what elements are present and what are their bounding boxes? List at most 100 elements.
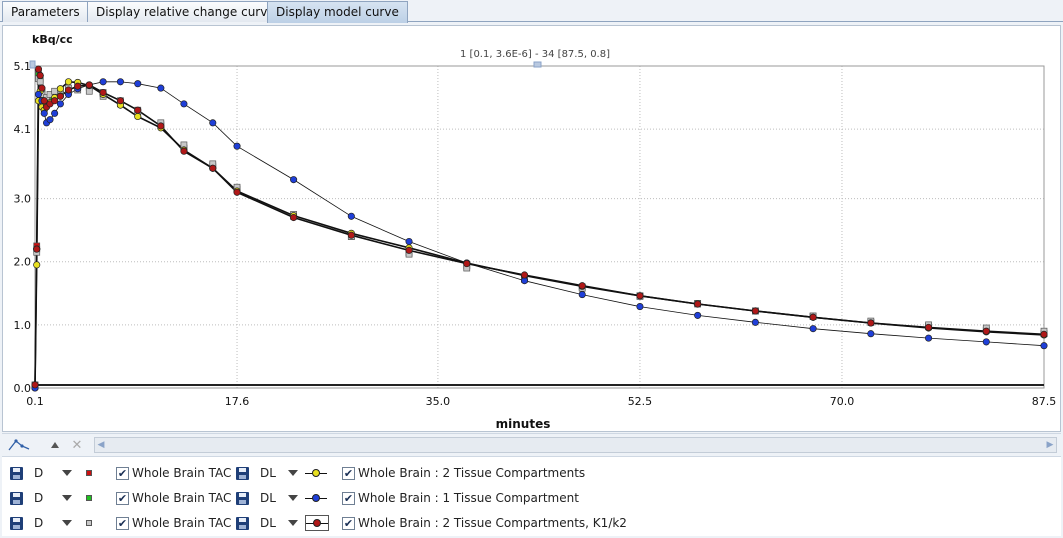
model-curve-line bbox=[34, 75, 1045, 389]
tab-relative-change-curve[interactable]: Display relative change curve bbox=[87, 1, 284, 22]
tac-mode-dropdown[interactable] bbox=[62, 515, 72, 531]
model-point bbox=[867, 319, 875, 327]
close-icon[interactable]: ✕ bbox=[70, 436, 84, 454]
save-tac-button[interactable] bbox=[10, 465, 23, 481]
chevron-down-icon bbox=[62, 495, 72, 501]
model-mode-dropdown[interactable] bbox=[288, 515, 298, 531]
model-point bbox=[33, 245, 41, 253]
x-tick-label: 35.0 bbox=[426, 395, 451, 408]
save-model-button[interactable] bbox=[236, 465, 249, 481]
tab-parameters[interactable]: Parameters bbox=[2, 1, 89, 22]
y-tick-label: 0.0 bbox=[14, 382, 32, 395]
arrow-left-icon[interactable]: ◀ bbox=[95, 438, 107, 452]
model-point bbox=[925, 323, 933, 331]
model-point bbox=[694, 311, 702, 319]
model-point bbox=[809, 313, 817, 321]
legend-row: D ✔ Whole Brain TAC DL ✔ Whole Brain : 2… bbox=[2, 461, 1061, 485]
save-model-button[interactable] bbox=[236, 490, 249, 506]
model-point bbox=[64, 86, 73, 94]
model-mode-dropdown[interactable] bbox=[288, 490, 298, 506]
model-point bbox=[347, 231, 355, 239]
color-square-icon bbox=[86, 495, 92, 501]
tac-display-mode[interactable]: D bbox=[34, 465, 43, 481]
disk-icon bbox=[236, 491, 249, 505]
tac-visible-checkbox[interactable]: ✔ bbox=[116, 515, 129, 531]
model-point bbox=[347, 212, 355, 220]
save-model-button[interactable] bbox=[236, 515, 249, 531]
model-point bbox=[157, 122, 165, 130]
model-point bbox=[36, 71, 44, 80]
tac-color-swatch[interactable] bbox=[86, 465, 92, 481]
model-point bbox=[34, 90, 43, 98]
y-tick-label: 3.0 bbox=[14, 193, 32, 206]
tac-color-swatch[interactable] bbox=[86, 515, 92, 531]
model-curve-chart[interactable]: 0.1 17.6 35.0 52.5 70.0 87.5 0.0 1.0 2.0 3.0 4.1 5.… bbox=[3, 26, 1060, 431]
model-visible-checkbox[interactable]: ✔ bbox=[342, 515, 355, 531]
tac-visible-checkbox[interactable]: ✔ bbox=[116, 465, 129, 481]
save-tac-button[interactable] bbox=[10, 490, 23, 506]
model-visible-checkbox[interactable]: ✔ bbox=[342, 490, 355, 506]
tick-labels: 0.1 17.6 35.0 52.5 70.0 87.5 0.0 1.0 2.0 3.0 4.1 5.… bbox=[14, 60, 1057, 408]
legend-scrollbar[interactable]: ◀ ▶ bbox=[94, 437, 1057, 453]
model-point bbox=[405, 237, 413, 246]
chevron-down-icon bbox=[288, 520, 298, 526]
model-point bbox=[809, 325, 817, 333]
x-axis-label: minutes bbox=[496, 417, 551, 431]
tac-label: Whole Brain TAC bbox=[132, 466, 232, 480]
model-point bbox=[51, 97, 59, 105]
model-point bbox=[56, 85, 64, 93]
model-point bbox=[636, 292, 644, 300]
curve-legend: D ✔ Whole Brain TAC DL ✔ Whole Brain : 2… bbox=[2, 456, 1061, 536]
model-point bbox=[157, 84, 165, 92]
top-marker-handle[interactable] bbox=[533, 61, 542, 68]
tab-model-curve[interactable]: Display model curve bbox=[267, 1, 408, 23]
model-point bbox=[33, 261, 41, 269]
y-tick-label: 1.0 bbox=[14, 319, 32, 332]
tac-display-mode[interactable]: D bbox=[34, 490, 43, 506]
model-point bbox=[56, 92, 64, 100]
model-line-symbol[interactable] bbox=[305, 490, 327, 506]
model-point bbox=[405, 246, 413, 254]
curve-icon[interactable] bbox=[6, 436, 32, 454]
model-display-mode[interactable]: DL bbox=[260, 515, 276, 531]
x-tick-label: 17.6 bbox=[225, 395, 250, 408]
series-layer bbox=[31, 65, 1048, 392]
left-marker-handle[interactable] bbox=[29, 60, 36, 69]
model-point bbox=[290, 213, 298, 222]
model-point bbox=[867, 330, 875, 338]
tac-mode-dropdown[interactable] bbox=[62, 465, 72, 481]
color-square-icon bbox=[86, 520, 92, 526]
model-point bbox=[180, 147, 188, 155]
model-point bbox=[40, 109, 48, 117]
tac-color-swatch[interactable] bbox=[86, 490, 92, 506]
model-line-symbol[interactable] bbox=[305, 465, 327, 481]
x-tick-label: 52.5 bbox=[628, 395, 653, 408]
model-visible-checkbox[interactable]: ✔ bbox=[342, 465, 355, 481]
model-point bbox=[46, 116, 54, 124]
disk-icon bbox=[236, 466, 249, 480]
y-axis-label: kBq/cc bbox=[32, 33, 73, 46]
legend-row: D ✔ Whole Brain TAC DL ✔ Whole Brain : 1… bbox=[2, 486, 1061, 510]
tac-label: Whole Brain TAC bbox=[132, 516, 232, 530]
model-point bbox=[116, 97, 124, 105]
tac-display-mode[interactable]: D bbox=[34, 515, 43, 531]
y-tick-label: 2.0 bbox=[14, 256, 32, 269]
model-line-symbol[interactable] bbox=[305, 515, 329, 531]
model-point bbox=[64, 78, 73, 86]
model-point bbox=[99, 78, 107, 86]
model-display-mode[interactable]: DL bbox=[260, 465, 276, 481]
save-tac-button[interactable] bbox=[10, 515, 23, 531]
model-point bbox=[51, 109, 59, 117]
model-label: Whole Brain : 1 Tissue Compartment bbox=[358, 491, 579, 505]
model-point bbox=[578, 282, 586, 290]
tac-mode-dropdown[interactable] bbox=[62, 490, 72, 506]
x-tick-label: 87.5 bbox=[1032, 395, 1057, 408]
y-tick-label: 5.1 bbox=[14, 60, 32, 73]
arrow-right-icon[interactable]: ▶ bbox=[1044, 438, 1056, 452]
tac-visible-checkbox[interactable]: ✔ bbox=[116, 490, 129, 506]
model-display-mode[interactable]: DL bbox=[260, 490, 276, 506]
plot-frame bbox=[34, 65, 1045, 389]
triangle-up-icon[interactable] bbox=[48, 436, 62, 454]
model-point bbox=[1040, 330, 1048, 338]
model-mode-dropdown[interactable] bbox=[288, 465, 298, 481]
